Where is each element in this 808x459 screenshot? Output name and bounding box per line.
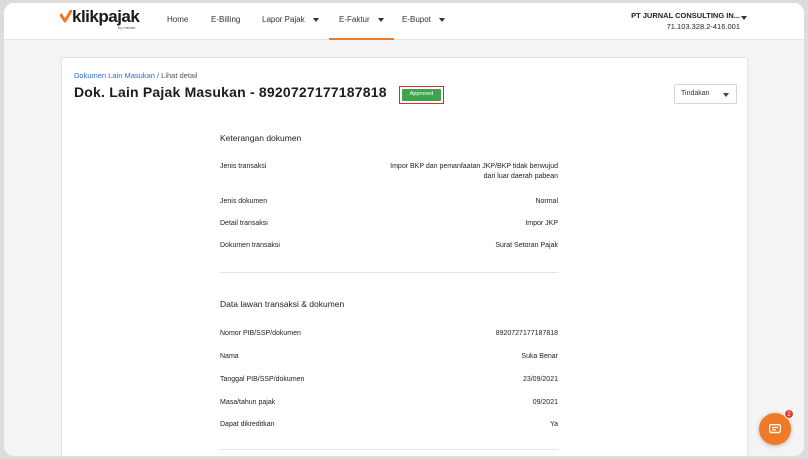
row-value: Suka Benar xyxy=(521,353,558,360)
status-highlight-box: Approved xyxy=(399,86,444,104)
page-title: Dok. Lain Pajak Masukan - 89207271771878… xyxy=(74,84,387,100)
top-navbar: klikpajak by mekari Home E-Billing Lapor… xyxy=(4,3,804,40)
brand-tagline: by mekari xyxy=(118,25,136,30)
company-npwp: 71.103.328.2-416.001 xyxy=(666,22,740,31)
row-label: Dapat dikreditkan xyxy=(220,421,275,428)
detail-row: Jenis transaksi Impor BKP dan pemanfaata… xyxy=(220,162,558,184)
row-value: Ya xyxy=(549,421,558,428)
nav-lapor-pajak-label: Lapor Pajak xyxy=(262,15,305,24)
document-detail-card: Dokumen Lain Masukan / Lihat detail Dok.… xyxy=(61,57,748,456)
row-value: 09/2021 xyxy=(532,399,558,406)
nav-e-faktur[interactable]: E-Faktur xyxy=(329,3,394,40)
breadcrumb: Dokumen Lain Masukan / Lihat detail xyxy=(74,71,197,80)
row-value: Normal xyxy=(535,198,558,205)
section-divider xyxy=(220,272,558,273)
row-value: Impor JKP xyxy=(525,220,558,227)
company-switcher[interactable]: PT JURNAL CONSULTING IN... 71.103.328.2-… xyxy=(631,10,740,32)
check-logo-icon xyxy=(60,10,72,23)
row-label: Masa/tahun pajak xyxy=(220,399,276,406)
section-divider xyxy=(220,449,558,450)
chevron-down-icon xyxy=(723,93,729,97)
row-value: 23/09/2021 xyxy=(522,376,558,383)
section-title-counterparty: Data lawan transaksi & dokumen xyxy=(220,299,345,309)
nav-home[interactable]: Home xyxy=(167,3,188,40)
chat-icon xyxy=(769,424,781,434)
chevron-down-icon xyxy=(377,17,384,22)
row-label: Dokumen transaksi xyxy=(220,242,280,249)
actions-label: Tindakan xyxy=(681,90,710,97)
nav-e-bupot[interactable]: E-Bupot xyxy=(402,3,446,40)
breadcrumb-current: Lihat detail xyxy=(161,71,198,80)
nav-home-label: Home xyxy=(167,15,189,24)
chevron-down-icon xyxy=(439,17,446,22)
row-label: Detail transaksi xyxy=(220,220,268,227)
row-value: Impor BKP dan pemanfaatan JKP/BKP tidak … xyxy=(390,163,558,180)
actions-dropdown[interactable]: Tindakan xyxy=(674,84,737,104)
row-value: 8920727177187818 xyxy=(495,330,558,337)
chat-notification-badge: 2 xyxy=(784,409,794,419)
nav-e-billing-label: E-Billing xyxy=(211,15,241,24)
nav-e-bupot-label: E-Bupot xyxy=(402,15,431,24)
row-label: Nomor PIB/SSP/dokumen xyxy=(220,330,301,337)
app-window: klikpajak by mekari Home E-Billing Lapor… xyxy=(4,3,804,456)
brand-name: klikpajak xyxy=(72,7,140,26)
row-label: Tanggal PIB/SSP/dokumen xyxy=(220,376,305,383)
status-badge: Approved xyxy=(402,89,441,101)
row-value: Surat Setoran Pajak xyxy=(495,242,558,249)
breadcrumb-parent-link[interactable]: Dokumen Lain Masukan xyxy=(74,71,155,80)
chevron-down-icon[interactable] xyxy=(741,16,747,20)
section-title-doc-info: Keterangan dokumen xyxy=(220,133,302,143)
company-name: PT JURNAL CONSULTING IN... xyxy=(631,11,740,20)
nav-lapor-pajak[interactable]: Lapor Pajak xyxy=(262,3,319,40)
nav-e-faktur-label: E-Faktur xyxy=(339,15,370,24)
row-label: Jenis transaksi xyxy=(220,163,267,170)
chevron-down-icon xyxy=(312,17,319,22)
nav-e-billing[interactable]: E-Billing xyxy=(211,3,240,40)
row-label: Jenis dokumen xyxy=(220,198,268,205)
row-label: Nama xyxy=(220,353,239,360)
